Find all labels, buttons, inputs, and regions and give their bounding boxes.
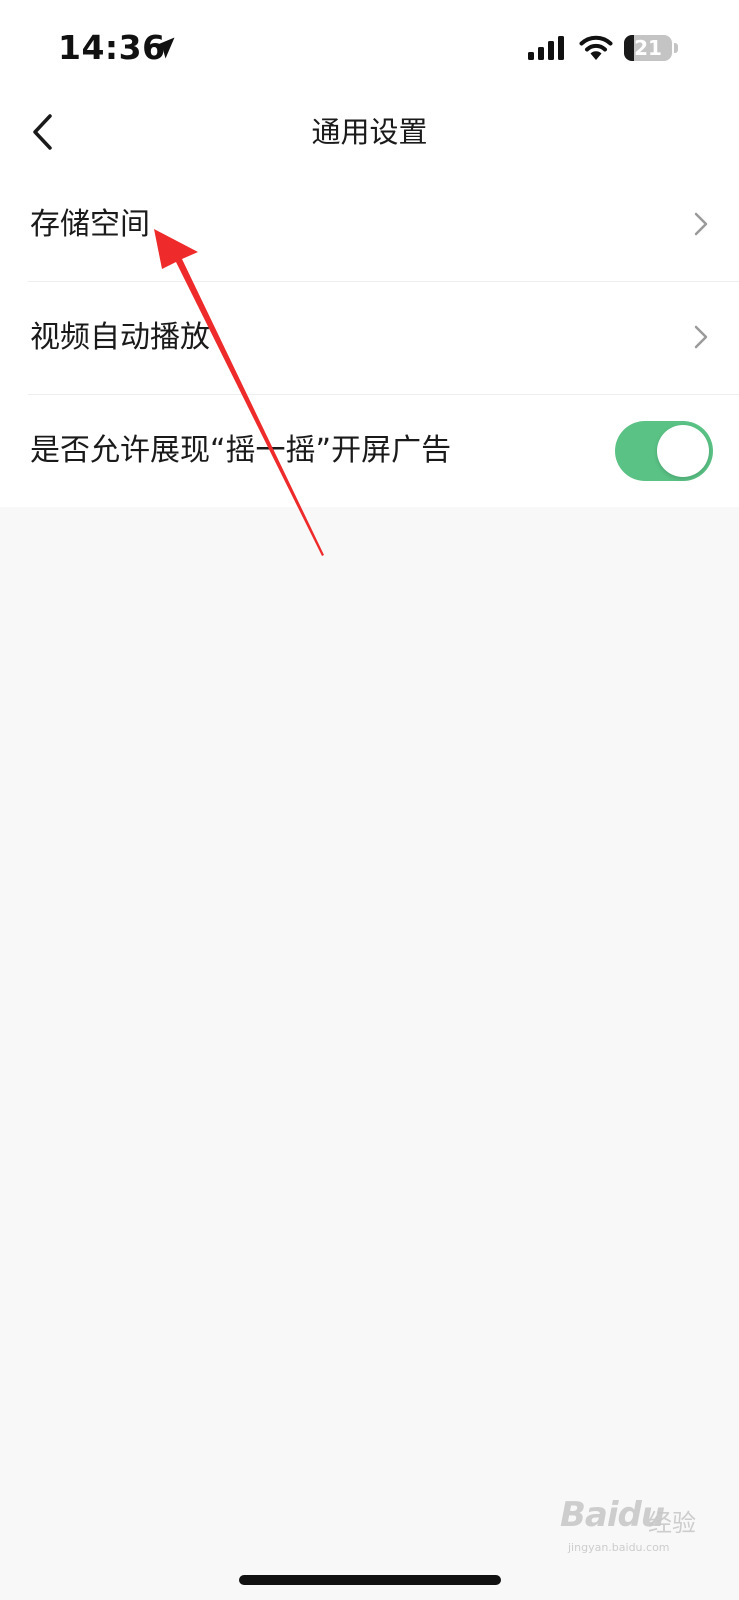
- settings-item-storage[interactable]: 存储空间: [0, 168, 739, 281]
- settings-item-label: 存储空间: [30, 207, 150, 242]
- battery-icon: 21: [624, 35, 672, 61]
- home-indicator[interactable]: [239, 1575, 501, 1585]
- wifi-icon: [579, 35, 613, 60]
- settings-item-shake-ads: 是否允许展现“摇一摇”开屏广告: [0, 394, 739, 507]
- battery-level: 21: [634, 36, 662, 60]
- toggle-knob: [657, 425, 709, 477]
- location-arrow-icon: [153, 37, 175, 59]
- shake-ads-toggle[interactable]: [615, 421, 713, 481]
- settings-item-label: 是否允许展现“摇一摇”开屏广告: [30, 433, 452, 468]
- status-bar: 14:36 21: [0, 0, 739, 96]
- back-button[interactable]: [18, 104, 68, 160]
- chevron-left-icon: [33, 114, 52, 150]
- cellular-signal-icon: [528, 36, 564, 60]
- baidu-watermark: Baidu 经验 jingyan.baidu.com: [560, 1483, 710, 1554]
- settings-list: 存储空间 视频自动播放 是否允许展现“摇一摇”开屏广告: [0, 168, 739, 507]
- battery-cap: [674, 43, 678, 53]
- settings-item-video-autoplay[interactable]: 视频自动播放: [0, 281, 739, 394]
- settings-item-label: 视频自动播放: [30, 320, 210, 355]
- watermark-text: 经验: [648, 1509, 696, 1537]
- chevron-right-icon: [694, 325, 708, 349]
- watermark-url: jingyan.baidu.com: [568, 1541, 670, 1554]
- chevron-right-icon: [694, 212, 708, 236]
- page-title: 通用设置: [311, 115, 428, 149]
- nav-bar: 通用设置: [0, 96, 739, 168]
